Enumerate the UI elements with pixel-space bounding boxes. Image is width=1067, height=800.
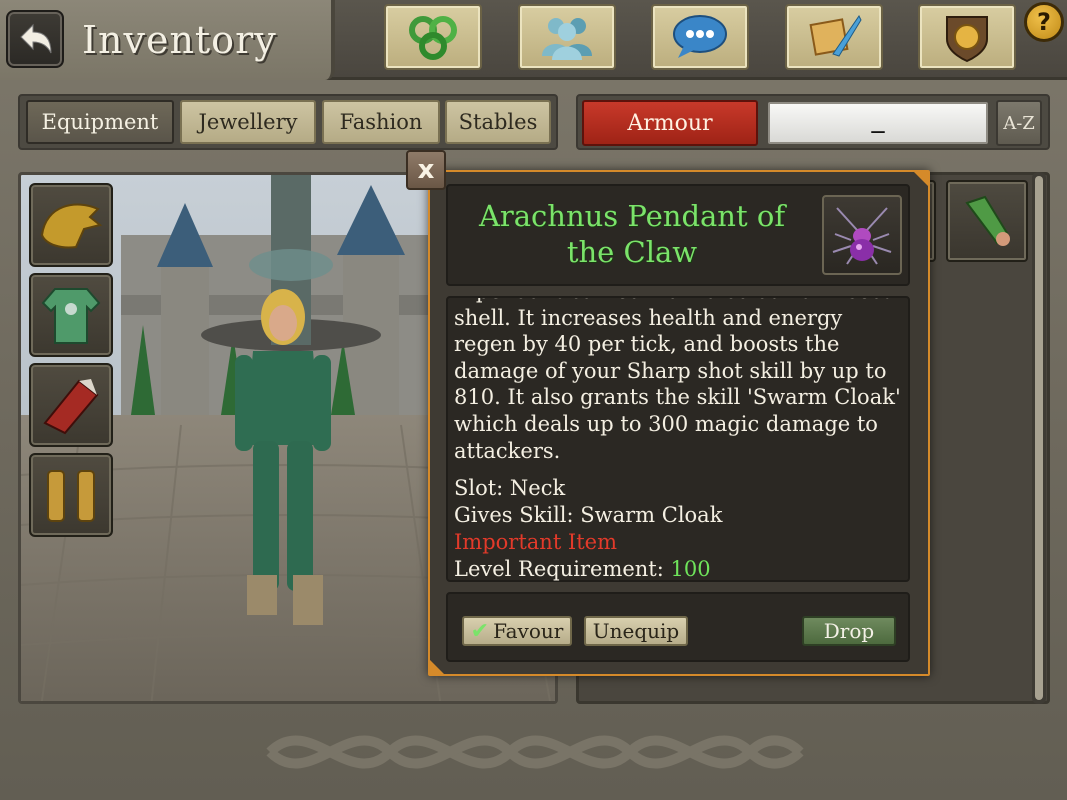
level-requirement-value: 100 [670,557,711,581]
skills-button[interactable] [384,4,482,70]
close-button[interactable]: x [406,150,446,190]
tab-fashion[interactable]: Fashion [322,100,440,144]
item-skill: Gives Skill: Swarm Cloak [454,503,723,527]
back-button[interactable] [6,10,64,68]
unequip-button[interactable]: Unequip [584,616,688,646]
skills-triskele-icon [409,16,457,60]
social-friends-icon [542,18,592,60]
inventory-slot[interactable] [946,180,1028,262]
tab-stables[interactable]: Stables [445,100,551,144]
important-item-label: Important Item [454,530,618,554]
scrollbar-thumb[interactable] [1035,176,1043,700]
tab-equipment[interactable]: Equipment [26,100,174,144]
search-value: _ [871,104,885,134]
equip-slot-chest[interactable] [29,273,113,357]
sort-button[interactable]: A-Z [996,100,1042,146]
quest-scroll-icon [809,15,862,57]
social-button[interactable] [518,4,616,70]
help-icon: ? [1037,8,1051,36]
description-scroll-area[interactable]: A pendant carved from a colourful insect… [446,298,910,468]
equip-slot-offhand[interactable] [29,363,113,447]
item-slot: Slot: Neck [454,476,566,500]
chat-bubble-icon [673,15,727,58]
level-requirement-label: Level Requirement: [454,557,664,581]
dragon-helm-icon [40,203,103,249]
guild-crest-icon [946,16,988,63]
guild-button[interactable] [918,4,1016,70]
green-bracer-icon [965,195,1010,246]
quests-button[interactable] [785,4,883,70]
item-icon-frame [822,195,902,275]
celtic-knot-ornament [266,735,804,769]
favour-label: Favour [493,619,564,643]
item-name: Arachnus Pendant of the Claw [478,199,786,269]
page-title: Inventory [82,18,277,62]
spider-pendant-icon [832,207,892,265]
equip-slot-legs[interactable] [29,453,113,537]
item-description: A pendant carved from a colourful insect… [454,298,901,463]
checkmark-icon: ✔ [470,618,490,644]
popup-corner-ornament [430,660,444,674]
search-input[interactable]: _ [768,102,988,144]
popup-corner-ornament [914,172,928,186]
tab-jewellery[interactable]: Jewellery [180,100,316,144]
chat-button[interactable] [651,4,749,70]
back-arrow-icon [20,23,52,54]
category-filter-button[interactable]: Armour [582,100,758,146]
equip-slot-head[interactable] [29,183,113,267]
favour-button[interactable]: ✔ Favour [462,616,572,646]
green-tunic-icon [41,288,101,344]
drop-button[interactable]: Drop [802,616,896,646]
close-icon: x [417,155,435,185]
help-button[interactable]: ? [1024,2,1064,42]
red-shield-icon [43,379,99,435]
level-requirement: Level Requirement: 100 [454,557,711,581]
leg-greaves-icon [47,470,95,522]
